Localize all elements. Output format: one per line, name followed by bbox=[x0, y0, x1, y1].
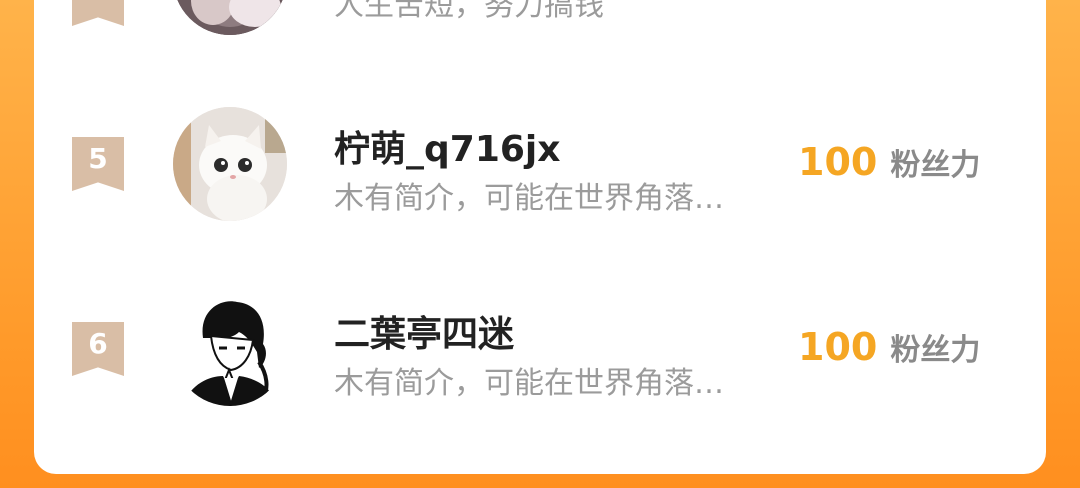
avatar[interactable] bbox=[173, 107, 287, 221]
ranking-row-5[interactable]: 5 柠萌_q716jx 木有简介，可能在世界角落… 100 粉丝力 bbox=[34, 102, 1046, 232]
rank-badge: 6 bbox=[72, 322, 124, 376]
anime-character-sketch-icon bbox=[173, 292, 287, 406]
user-bio: 人生苦短，努力搞钱 bbox=[334, 0, 604, 23]
fans-power-value: 100 bbox=[798, 325, 878, 369]
avatar[interactable] bbox=[173, 0, 287, 35]
user-name[interactable]: 二葉亭四迷 bbox=[334, 305, 514, 357]
fans-power-label: 粉丝力 bbox=[890, 333, 981, 368]
user-name[interactable]: 柠萌_q716jx bbox=[334, 120, 560, 172]
person-photo-icon bbox=[173, 0, 287, 35]
avatar[interactable] bbox=[173, 292, 287, 406]
user-bio: 木有简介，可能在世界角落… bbox=[334, 181, 724, 216]
ranking-card: 人生苦短，努力搞钱 5 柠萌_q716jx 木有简介，可能在世界角落… 100 … bbox=[34, 0, 1046, 474]
user-bio: 木有简介，可能在世界角落… bbox=[334, 366, 724, 401]
white-cat-photo-icon bbox=[173, 107, 287, 221]
fans-power: 100 粉丝力 bbox=[798, 325, 980, 369]
fans-power: 100 粉丝力 bbox=[798, 140, 980, 184]
rank-badge: 5 bbox=[72, 137, 124, 191]
rank-badge bbox=[72, 0, 124, 26]
fans-power-value: 100 bbox=[798, 140, 878, 184]
ranking-row-6[interactable]: 6 二葉亭四迷 木有简介，可能在世界角落… 100 粉丝力 bbox=[34, 287, 1046, 417]
fans-power-label: 粉丝力 bbox=[890, 148, 981, 183]
ranking-row-4[interactable]: 人生苦短，努力搞钱 bbox=[34, 0, 1046, 90]
